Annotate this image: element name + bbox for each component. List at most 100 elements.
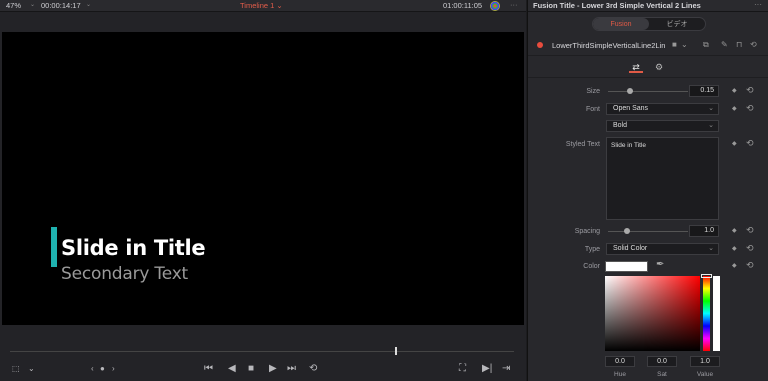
node-header: LowerThirdSimpleVerticalLine2Lin ■ ⌄ ⧉ ✎… [528, 36, 768, 56]
inspector-panel: Fusion Title - Lower 3rd Simple Vertical… [527, 0, 768, 381]
keyframe-icon[interactable]: ◆ [732, 140, 737, 147]
crop-icon[interactable]: ⬚ [12, 363, 20, 375]
type-label: Type [584, 246, 600, 253]
reset-node-icon[interactable]: ⟲ [750, 40, 757, 49]
inspector-title: Fusion Title - Lower 3rd Simple Vertical… [533, 1, 701, 10]
font-style-row: Bold ⌄ [528, 120, 768, 134]
versions-icon[interactable]: ⧉ [703, 40, 709, 50]
keyframe-icon[interactable]: ◆ [732, 227, 737, 234]
next-clip-icon[interactable]: › [112, 363, 115, 375]
value-field[interactable]: 1.0 [690, 356, 720, 367]
settings-tab-icon[interactable]: ⚙ [652, 61, 666, 73]
reset-icon[interactable]: ⟲ [746, 103, 754, 114]
play-icon[interactable]: ▶ [269, 363, 277, 375]
type-value: Solid Color [613, 245, 648, 252]
sat-field[interactable]: 0.0 [647, 356, 677, 367]
eyedropper-icon[interactable]: ✒ [656, 259, 664, 270]
styled-text-input[interactable]: Slide in Title [606, 137, 719, 220]
keyframe-icon[interactable]: ◆ [732, 105, 737, 112]
tab-video[interactable]: ビデオ [649, 18, 705, 30]
dot-icon: ● [100, 364, 105, 373]
type-dropdown[interactable]: Solid Color ⌄ [606, 243, 719, 255]
font-label: Font [585, 106, 600, 113]
color-label: Color [583, 263, 600, 270]
font-row: Font Open Sans ⌄ ◆ ⟲ [528, 103, 768, 117]
font-family-value: Open Sans [613, 105, 649, 112]
value-slider[interactable] [713, 276, 720, 351]
value-label: Value [696, 371, 714, 378]
lock-icon[interactable]: ⊓ [736, 40, 742, 49]
record-timecode: 01:00:11:05 [443, 1, 483, 10]
size-value-field[interactable]: 0.15 [689, 85, 719, 97]
saturation-value-picker[interactable] [605, 276, 700, 351]
chevron-down-icon: ⌄ [708, 105, 714, 112]
font-style-dropdown[interactable]: Bold ⌄ [606, 120, 719, 132]
go-to-start-icon[interactable]: ⏮ [204, 363, 213, 375]
chevron-down-icon: ⌄ [708, 245, 714, 252]
skip-end-icon[interactable]: ⇥ [502, 363, 510, 375]
size-slider[interactable] [608, 91, 688, 92]
more-options-icon[interactable]: ··· [510, 0, 518, 9]
zoom-level[interactable]: 47% [6, 1, 21, 10]
video-canvas[interactable]: Slide in Title Secondary Text [2, 32, 524, 325]
color-scope-icon[interactable] [490, 1, 500, 11]
spacing-label: Spacing [574, 228, 600, 235]
play-reverse-icon[interactable]: ◀ [228, 363, 236, 375]
source-timecode: 00:00:14:17 [41, 1, 81, 10]
hue-field[interactable]: 0.0 [605, 356, 635, 367]
loop-icon[interactable]: ⟲ [309, 363, 317, 375]
inspector-subtabs: ⇄ ⚙ [528, 58, 768, 78]
color-swatch[interactable] [605, 261, 648, 272]
type-row: Type Solid Color ⌄ ◆ ⟲ [528, 243, 768, 257]
subtitle-text-overlay: Secondary Text [61, 264, 189, 284]
node-enable-toggle[interactable] [537, 42, 543, 48]
prev-clip-icon[interactable]: ‹ [91, 363, 94, 375]
hue-slider-knob[interactable] [701, 274, 712, 278]
spacing-value-field[interactable]: 1.0 [689, 225, 719, 237]
reset-icon[interactable]: ⟲ [746, 138, 754, 149]
reset-icon[interactable]: ⟲ [746, 85, 754, 96]
timeline-name: Timeline 1 [240, 1, 275, 10]
timecode-chevron-icon[interactable]: ⌄ [86, 1, 91, 8]
chevron-down-icon[interactable]: ⌄ [681, 40, 688, 49]
node-name: LowerThirdSimpleVerticalLine2Lin [552, 41, 666, 50]
inspector-more-icon[interactable]: ··· [754, 0, 762, 9]
font-style-value: Bold [613, 122, 628, 129]
go-to-end-icon[interactable]: ⏭ [287, 363, 296, 375]
title-text-overlay: Slide in Title [61, 236, 206, 260]
tab-fusion[interactable]: Fusion [593, 18, 649, 30]
spacing-slider[interactable] [608, 231, 688, 232]
controls-tab-icon[interactable]: ⇄ [629, 61, 643, 73]
reset-icon[interactable]: ⟲ [746, 225, 754, 236]
chevron-down-icon: ⌄ [708, 122, 714, 129]
next-frame-icon[interactable]: ▶| [482, 363, 492, 375]
stop-icon[interactable]: ■ [248, 363, 254, 375]
color-row: Color ◆ ⟲ [528, 260, 768, 274]
pin-icon[interactable]: ✎ [721, 40, 728, 49]
viewer-panel: 47% ⌄ 00:00:14:17 ⌄ Timeline 1 ⌄ 01:00:1… [0, 0, 526, 381]
sat-label: Sat [657, 371, 667, 378]
size-slider-knob[interactable] [627, 88, 633, 94]
hue-slider[interactable] [703, 276, 710, 351]
hue-label: Hue [614, 371, 626, 378]
keyframe-icon[interactable]: ◆ [732, 87, 737, 94]
lower-third-accent-bar [51, 227, 57, 267]
keyframe-icon[interactable]: ◆ [732, 262, 737, 269]
fullscreen-icon[interactable]: ⛶ [459, 363, 466, 375]
keyframe-icon[interactable]: ◆ [732, 245, 737, 252]
size-row: Size 0.15 ◆ ⟲ [528, 85, 768, 99]
scrubber-track[interactable] [10, 351, 514, 352]
styled-text-label: Styled Text [565, 141, 600, 148]
playhead[interactable] [395, 347, 397, 355]
spacing-slider-knob[interactable] [624, 228, 630, 234]
spacing-row: Spacing 1.0 ◆ ⟲ [528, 225, 768, 239]
reset-icon[interactable]: ⟲ [746, 260, 754, 271]
zoom-chevron-down-icon[interactable]: ⌄ [30, 1, 35, 8]
font-family-dropdown[interactable]: Open Sans ⌄ [606, 103, 719, 115]
viewer-toolbar: 47% ⌄ 00:00:14:17 ⌄ Timeline 1 ⌄ 01:00:1… [0, 0, 526, 12]
timeline-selector[interactable]: Timeline 1 ⌄ [240, 1, 283, 10]
chevron-down-icon[interactable]: ⌄ [28, 363, 35, 375]
inspector-tab-switch: Fusion ビデオ [592, 17, 706, 31]
color-chip-icon[interactable]: ■ [672, 40, 677, 49]
reset-icon[interactable]: ⟲ [746, 243, 754, 254]
